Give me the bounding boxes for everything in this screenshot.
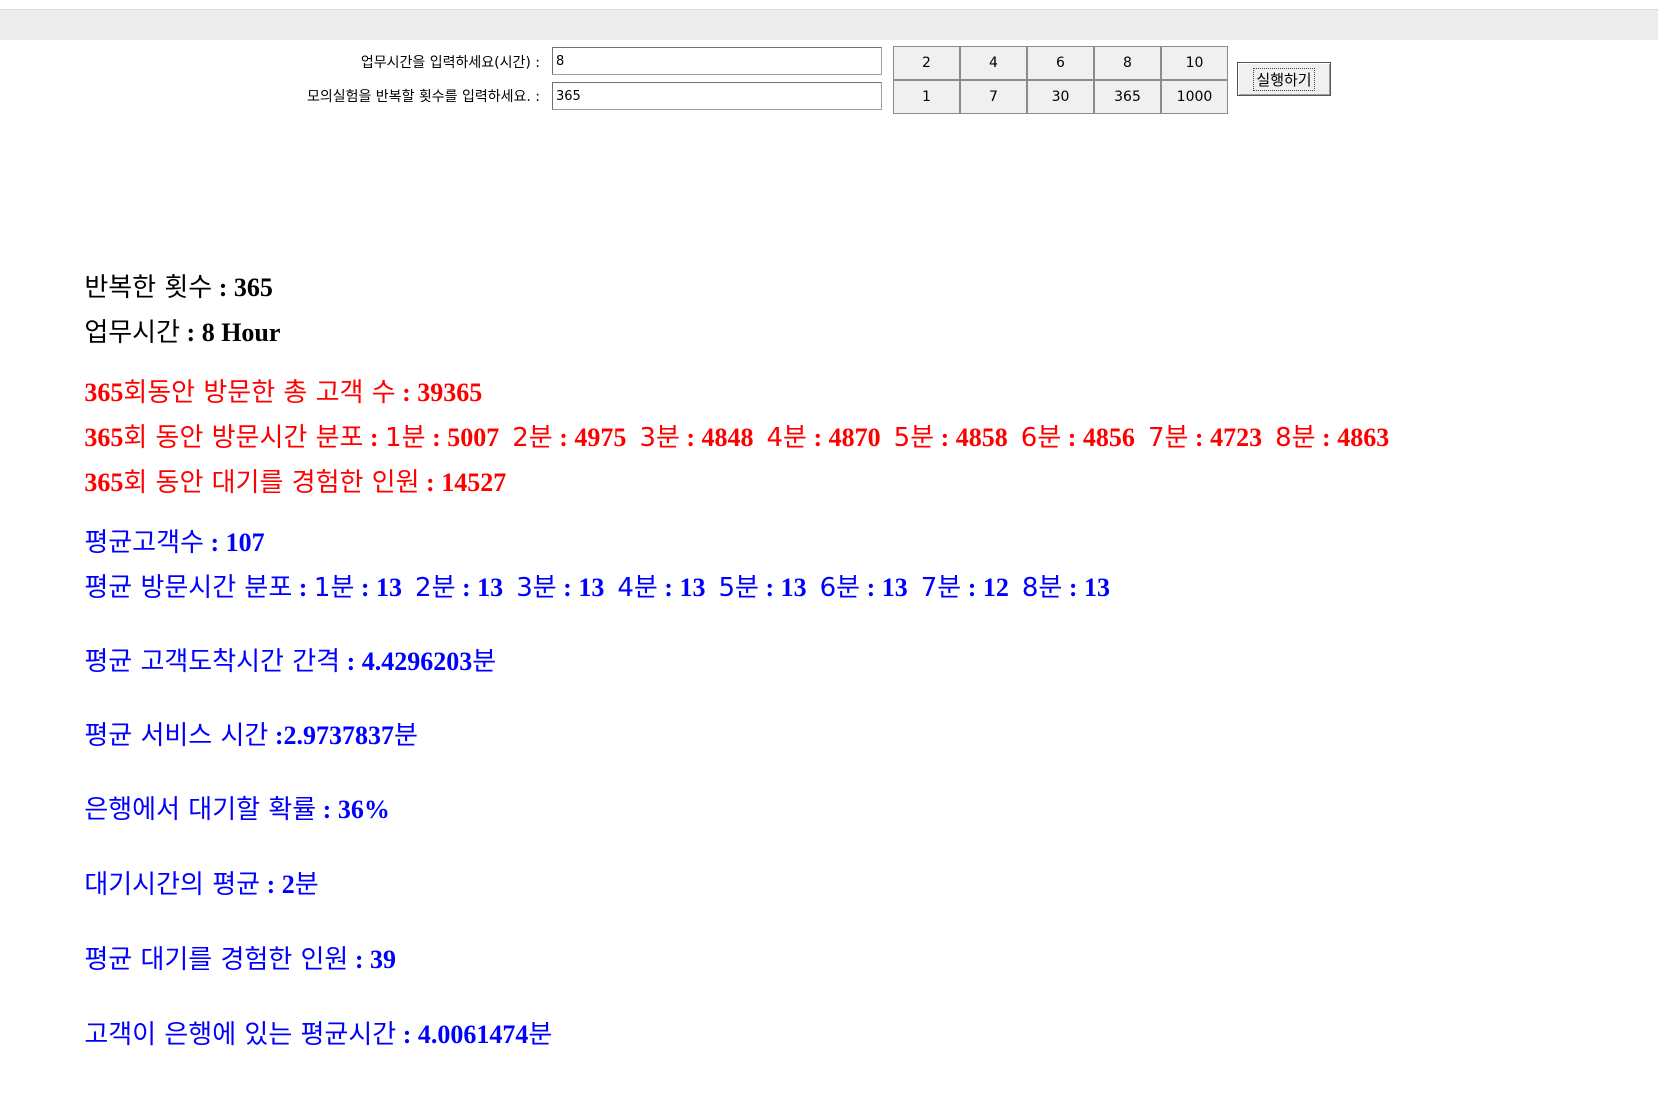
distribution-minute-label: 6분	[819, 573, 861, 603]
distribution-minute-label: 1분	[313, 573, 355, 603]
distribution-minute-value: : 4848	[679, 423, 767, 452]
repeat-preset-button[interactable]: 7	[960, 80, 1027, 114]
repeat-preset-button[interactable]: 30	[1027, 80, 1094, 114]
repeat-preset-button[interactable]: 1	[893, 80, 960, 114]
distribution-minute-value: : 13	[455, 573, 517, 602]
avg-visit-distribution-items: 1분 : 13 2분 : 13 3분 : 13 4분 : 13 5분 : 13 …	[314, 572, 1123, 603]
distribution-minute-label: 5분	[893, 423, 935, 453]
repeat-count-label: 모의실험을 반복할 횟수를 입력하세요. :	[306, 89, 540, 105]
work-hours-input[interactable]	[552, 47, 882, 75]
avg-time-in-bank-result: 고객이 은행에 있는 평균시간 : 4.0061474분	[84, 1020, 553, 1050]
hour-preset-button[interactable]: 2	[893, 46, 960, 80]
distribution-minute-value: : 4858	[934, 423, 1021, 452]
browser-toolbar	[0, 9, 1658, 40]
distribution-minute-value: : 13	[860, 573, 921, 602]
distribution-minute-value: : 13	[354, 573, 416, 602]
distribution-minute-label: 8분	[1275, 423, 1316, 453]
distribution-minute-value: : 12	[961, 573, 1022, 602]
distribution-minute-value: : 13	[657, 573, 719, 602]
distribution-minute-label: 5분	[718, 573, 759, 603]
hour-preset-button[interactable]: 10	[1161, 46, 1228, 80]
repeat-preset-button[interactable]: 365	[1094, 80, 1161, 114]
distribution-minute-value: : 13	[556, 573, 618, 602]
distribution-minute-label: 6분	[1020, 423, 1062, 453]
visit-distribution-items: 1분 : 5007 2분 : 4975 3분 : 4848 4분 : 4870 …	[385, 422, 1402, 453]
distribution-minute-value: : 4863	[1315, 423, 1403, 452]
run-button-label: 실행하기	[1253, 67, 1315, 91]
distribution-minute-value: : 4975	[552, 423, 640, 452]
distribution-minute-value: : 13	[1062, 573, 1124, 602]
distribution-minute-label: 7분	[920, 573, 962, 603]
repeat-preset-button[interactable]: 1000	[1161, 80, 1228, 114]
distribution-minute-value: : 4870	[806, 423, 894, 452]
distribution-minute-label: 2분	[512, 423, 553, 453]
distribution-minute-value: : 13	[758, 573, 820, 602]
distribution-minute-label: 8분	[1021, 573, 1063, 603]
distribution-minute-label: 4분	[766, 423, 807, 453]
preset-button-grid: 2 4 6 8 10 1 7 30 365 1000	[893, 46, 1228, 114]
distribution-minute-label: 7분	[1147, 423, 1189, 453]
distribution-minute-label: 4분	[617, 573, 658, 603]
hour-preset-button[interactable]: 4	[960, 46, 1027, 80]
distribution-minute-value: : 4723	[1188, 423, 1276, 452]
distribution-minute-label: 3분	[639, 423, 680, 453]
hour-preset-button[interactable]: 6	[1027, 46, 1094, 80]
run-button[interactable]: 실행하기	[1237, 62, 1331, 96]
hour-preset-button[interactable]: 8	[1094, 46, 1161, 80]
distribution-minute-value: : 4856	[1061, 423, 1148, 452]
distribution-minute-label: 3분	[516, 573, 557, 603]
work-hours-label: 업무시간을 입력하세요(시간) :	[360, 55, 540, 71]
repeat-count-input[interactable]	[552, 82, 882, 110]
distribution-minute-label: 2분	[415, 573, 456, 603]
